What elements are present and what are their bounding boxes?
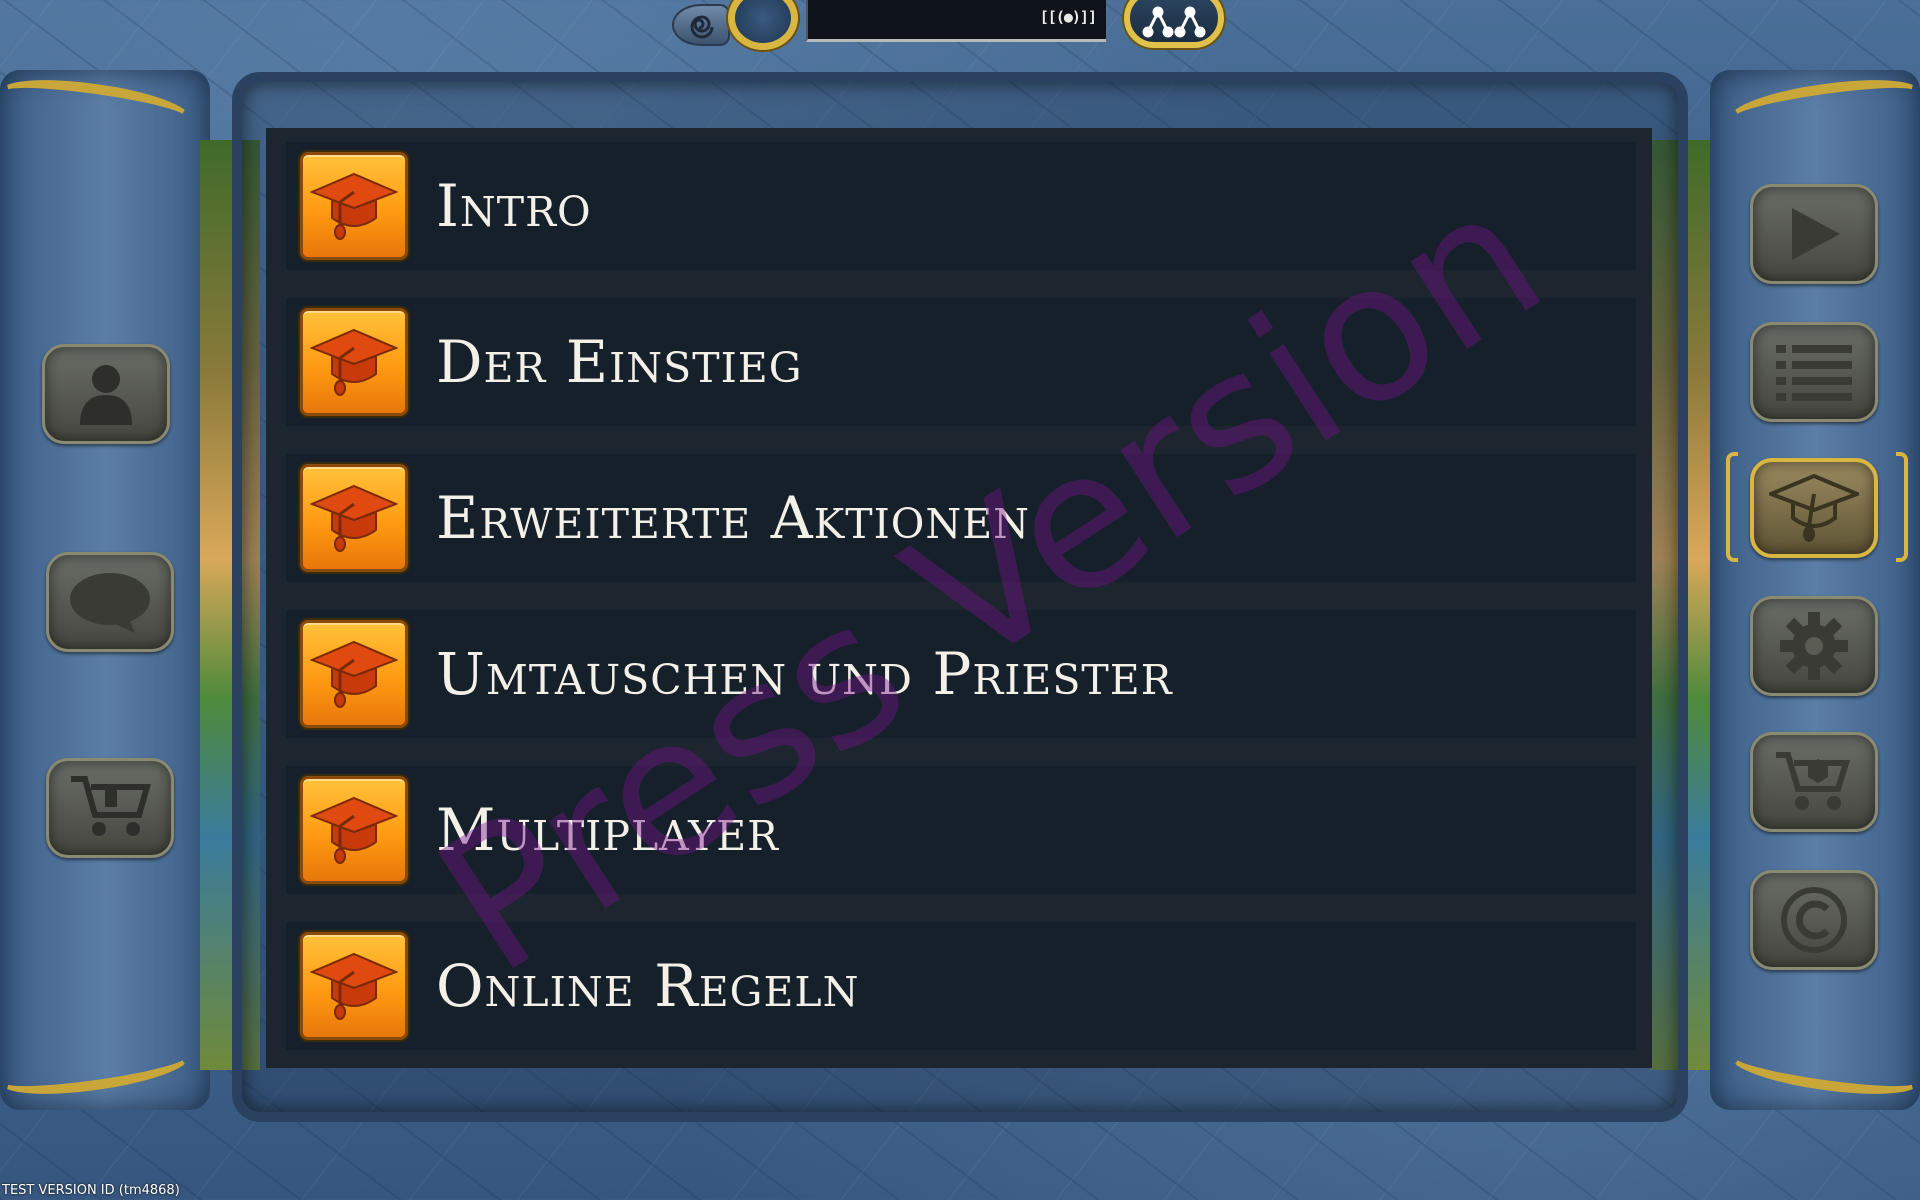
menu-item-online-regeln[interactable]: Online Regeln (286, 922, 1636, 1050)
network-nodes-icon (1142, 6, 1206, 38)
graduation-cap-icon (300, 932, 408, 1040)
settings-button[interactable] (1750, 596, 1878, 696)
menu-item-erweiterte-aktionen[interactable]: Erweiterte Aktionen (286, 454, 1636, 582)
graduation-cap-icon (300, 776, 408, 884)
menu-item-der-einstieg[interactable]: Der Einstieg (286, 298, 1636, 426)
copyright-icon (1781, 887, 1847, 953)
swirl-icon (690, 15, 714, 39)
tutorial-cap-icon (1769, 473, 1859, 542)
store-button[interactable] (1750, 732, 1878, 832)
menu-item-label: Intro (436, 172, 592, 240)
gear-icon (1780, 612, 1848, 680)
shop-cart-icon (71, 776, 151, 836)
top-hud: [[(●)]] (672, 0, 1232, 50)
menu-item-label: Online Regeln (436, 952, 860, 1020)
player-ring-button[interactable] (728, 0, 798, 50)
menu-item-label: Multiplayer (436, 796, 779, 864)
menu-list-button[interactable] (1750, 322, 1878, 422)
cart-icon (1776, 752, 1851, 810)
graduation-cap-icon (300, 620, 408, 728)
tutorial-menu-list: Intro Der Einstieg Erweiterte Aktionen U… (286, 142, 1636, 1050)
menu-item-label: Erweiterte Aktionen (436, 484, 1031, 552)
selection-bracket-left (1726, 452, 1738, 562)
profile-button[interactable] (42, 344, 170, 444)
chat-bubble-icon (70, 573, 150, 633)
tutorial-menu-panel: Intro Der Einstieg Erweiterte Aktionen U… (266, 128, 1652, 1068)
menu-item-multiplayer[interactable]: Multiplayer (286, 766, 1636, 894)
selection-bracket-right (1896, 452, 1908, 562)
shop-button[interactable] (46, 758, 174, 858)
menu-item-intro[interactable]: Intro (286, 142, 1636, 270)
network-button[interactable] (1124, 0, 1224, 48)
graduation-cap-icon (300, 152, 408, 260)
menu-item-label: Der Einstieg (436, 328, 803, 396)
build-version-text: TEST VERSION ID (tm4868) (2, 1183, 180, 1198)
graduation-cap-icon (300, 464, 408, 572)
status-bar: [[(●)]] (806, 0, 1106, 42)
menu-item-label: Umtauschen und Priester (436, 640, 1173, 708)
play-icon (1792, 208, 1840, 260)
list-icon (1776, 345, 1852, 401)
credits-button[interactable] (1750, 870, 1878, 970)
swirl-button[interactable] (672, 4, 730, 46)
connection-signal-icon: [[(●)]] (1039, 8, 1097, 26)
play-button[interactable] (1750, 184, 1878, 284)
tutorial-button[interactable] (1750, 458, 1878, 558)
graduation-cap-icon (300, 308, 408, 416)
chat-button[interactable] (46, 552, 174, 652)
menu-item-umtauschen-und-priester[interactable]: Umtauschen und Priester (286, 610, 1636, 738)
profile-icon (80, 365, 132, 425)
